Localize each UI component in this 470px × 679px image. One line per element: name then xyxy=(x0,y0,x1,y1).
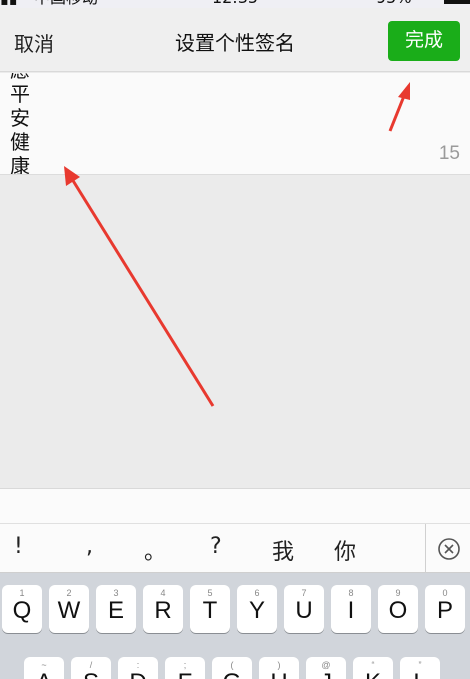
key-q[interactable]: 1Q xyxy=(2,585,42,633)
keyboard: 1Q 2W 3E 4R 5T 6Y 7U 8I 9O 0P ~A /S :D ;… xyxy=(0,573,470,679)
candidate-exclamation[interactable]: ! xyxy=(14,534,23,559)
arrow-to-text-area xyxy=(64,166,215,407)
candidate-wo[interactable]: 我 xyxy=(272,534,294,566)
candidate-ni[interactable]: 你 xyxy=(334,534,356,566)
key-e[interactable]: 3E xyxy=(96,585,136,633)
done-button[interactable]: 完成 xyxy=(388,21,460,61)
key-i[interactable]: 8I xyxy=(331,585,371,633)
key-s[interactable]: /S xyxy=(71,657,111,679)
key-d[interactable]: :D xyxy=(118,657,158,679)
key-r[interactable]: 4R xyxy=(143,585,183,633)
candidate-divider xyxy=(425,524,426,574)
remaining-character-count: 15 xyxy=(438,143,460,164)
navigation-bar: 取消 设置个性签名 完成 xyxy=(0,8,470,72)
signature-text: 愿平安健康 xyxy=(10,73,30,175)
status-bar: ▮▮ 中国移动 12:35 95% xyxy=(0,0,470,8)
battery-percentage: 95% xyxy=(376,0,412,8)
key-o[interactable]: 9O xyxy=(378,585,418,633)
candidate-bar: ! , 。 ? 我 你 xyxy=(0,523,470,574)
battery-icon xyxy=(444,0,470,4)
key-f[interactable]: ;F xyxy=(165,657,205,679)
close-candidates-icon[interactable] xyxy=(436,536,462,562)
candidate-question[interactable]: ? xyxy=(210,534,222,559)
key-u[interactable]: 7U xyxy=(284,585,324,633)
key-k[interactable]: “K xyxy=(353,657,393,679)
key-j[interactable]: @J xyxy=(306,657,346,679)
key-a[interactable]: ~A xyxy=(24,657,64,679)
keyboard-accessory-bar xyxy=(0,488,470,524)
signature-text-area[interactable]: 愿平安健康 15 xyxy=(0,73,470,175)
candidate-period[interactable]: 。 xyxy=(144,534,166,566)
key-g[interactable]: (G xyxy=(212,657,252,679)
key-h[interactable]: )H xyxy=(259,657,299,679)
key-l[interactable]: ”L xyxy=(400,657,440,679)
key-w[interactable]: 2W xyxy=(49,585,89,633)
key-p[interactable]: 0P xyxy=(425,585,465,633)
key-t[interactable]: 5T xyxy=(190,585,230,633)
candidate-comma[interactable]: , xyxy=(86,534,93,559)
key-y[interactable]: 6Y xyxy=(237,585,277,633)
